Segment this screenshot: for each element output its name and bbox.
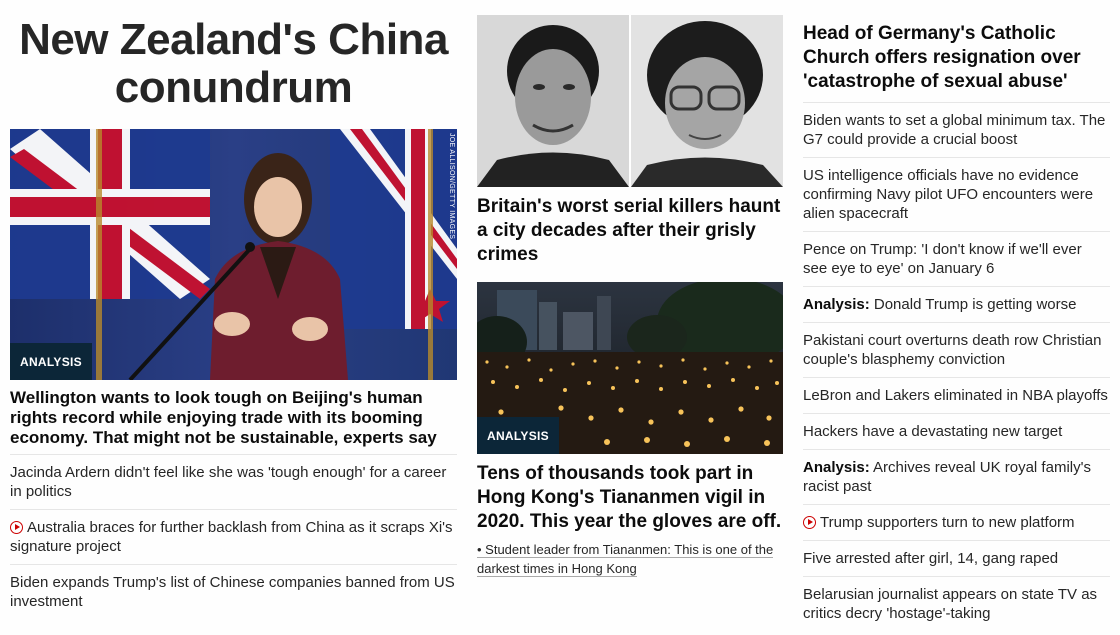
list-item[interactable]: US intelligence officials have no eviden… bbox=[803, 157, 1110, 231]
photo-credit: JOE ALLISON/GETTY IMAGES bbox=[448, 133, 455, 240]
list-item[interactable]: Jacinda Ardern didn't feel like she was … bbox=[10, 454, 457, 509]
serial-killers-photo[interactable] bbox=[477, 15, 783, 187]
page-headline[interactable]: New Zealand's China conundrum bbox=[10, 16, 457, 112]
list-item[interactable]: Pence on Trump: 'I don't know if we'll e… bbox=[803, 231, 1110, 286]
play-icon bbox=[10, 521, 23, 534]
serial-killers-title[interactable]: Britain's worst serial killers haunt a c… bbox=[477, 195, 783, 267]
list-item[interactable]: Hackers have a devastating new target bbox=[803, 413, 1110, 449]
list-item[interactable]: Analysis: Archives reveal UK royal famil… bbox=[803, 449, 1110, 504]
vigil-sublink[interactable]: • Student leader from Tiananmen: This is… bbox=[477, 540, 783, 578]
list-item[interactable]: Trump supporters turn to new platform bbox=[803, 504, 1110, 540]
left-column: New Zealand's China conundrum JOE ALLISO… bbox=[10, 0, 457, 619]
right-column: Head of Germany's Catholic Church offers… bbox=[803, 0, 1110, 631]
list-item[interactable]: LeBron and Lakers eliminated in NBA play… bbox=[803, 377, 1110, 413]
list-item[interactable]: Five arrested after girl, 14, gang raped bbox=[803, 540, 1110, 576]
lead-story-title[interactable]: Wellington wants to look tough on Beijin… bbox=[10, 388, 457, 454]
middle-column: Britain's worst serial killers haunt a c… bbox=[477, 0, 783, 578]
list-item[interactable]: Analysis: Donald Trump is getting worse bbox=[803, 286, 1110, 322]
list-item[interactable]: Australia braces for further backlash fr… bbox=[10, 509, 457, 564]
serial-killers-photo-image bbox=[477, 15, 783, 187]
analysis-badge: ANALYSIS bbox=[477, 417, 559, 454]
analysis-label: Analysis: bbox=[803, 296, 870, 313]
left-story-list: Jacinda Ardern didn't feel like she was … bbox=[10, 454, 457, 619]
analysis-badge: ANALYSIS bbox=[10, 343, 92, 380]
ardern-photo[interactable]: JOE ALLISON/GETTY IMAGES ANALYSIS bbox=[10, 129, 457, 380]
list-item[interactable]: Biden expands Trump's list of Chinese co… bbox=[10, 564, 457, 619]
list-item[interactable]: Biden wants to set a global minimum tax.… bbox=[803, 102, 1110, 157]
list-item[interactable]: Belarusian journalist appears on state T… bbox=[803, 576, 1110, 631]
analysis-label: Analysis: bbox=[803, 459, 870, 476]
vigil-title[interactable]: Tens of thousands took part in Hong Kong… bbox=[477, 462, 783, 534]
right-story-list: Biden wants to set a global minimum tax.… bbox=[803, 102, 1110, 631]
german-church-title[interactable]: Head of Germany's Catholic Church offers… bbox=[803, 22, 1110, 102]
vigil-photo[interactable]: ANALYSIS bbox=[477, 282, 783, 454]
list-item[interactable]: Pakistani court overturns death row Chri… bbox=[803, 322, 1110, 377]
play-icon bbox=[803, 516, 816, 529]
